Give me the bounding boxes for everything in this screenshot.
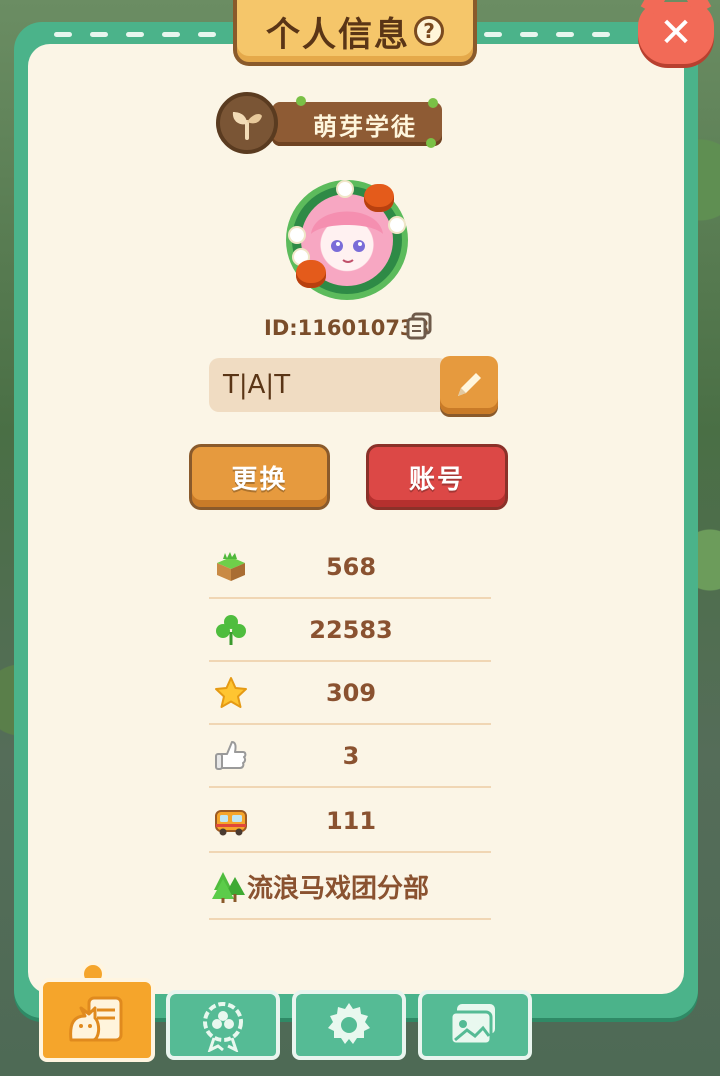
stat-row-likes: 3 (209, 725, 491, 788)
dialog-title-plate: 个人信息 ? (233, 0, 477, 66)
bus-icon (211, 801, 251, 841)
guild-name: 流浪马戏团分部 (247, 874, 430, 904)
help-icon[interactable]: ? (414, 16, 444, 46)
stat-row-star: 309 (209, 662, 491, 725)
account-button[interactable]: 账号 (366, 444, 508, 510)
stat-row-bus: 111 (209, 790, 491, 853)
photo-album-icon (449, 1004, 495, 1046)
stat-value: 3 (342, 741, 360, 770)
pencil-icon (458, 373, 481, 396)
grass-block-icon (211, 547, 251, 587)
player-name-field[interactable]: T|A|T (209, 358, 449, 412)
gear-icon (328, 1003, 370, 1044)
sprout-icon (216, 92, 278, 154)
copy-icon[interactable] (405, 312, 433, 340)
change-avatar-button[interactable]: 更换 (189, 444, 330, 510)
close-button[interactable]: ✕ (638, 2, 714, 64)
dialog-title: 个人信息 (266, 14, 410, 55)
stat-row-clover: 22583 (209, 599, 491, 662)
stat-row-grass: 568 (209, 536, 491, 599)
thumbs-up-icon (211, 736, 251, 776)
star-icon (211, 673, 251, 713)
tab-profile[interactable] (39, 978, 155, 1062)
clover-icon (211, 610, 251, 650)
guild-row[interactable]: 流浪马戏团分部 (209, 855, 491, 920)
edit-name-button[interactable] (440, 356, 498, 414)
stat-value: 111 (325, 806, 377, 835)
clover-badge-icon (203, 1002, 243, 1052)
rank-sign: 萌芽学徒 (272, 102, 442, 146)
tab-achievements[interactable] (166, 990, 280, 1060)
rank-banner: 萌芽学徒 (216, 92, 448, 156)
tab-settings[interactable] (292, 990, 406, 1060)
rank-title: 萌芽学徒 (313, 112, 417, 141)
stat-value: 22583 (309, 615, 393, 644)
cat-card-icon (69, 996, 123, 1042)
player-avatar[interactable] (286, 180, 408, 300)
stat-value: 568 (325, 552, 377, 581)
tree-icon (211, 867, 247, 907)
stat-value: 309 (325, 678, 377, 707)
tab-album[interactable] (418, 990, 532, 1060)
close-icon: ✕ (659, 10, 693, 56)
